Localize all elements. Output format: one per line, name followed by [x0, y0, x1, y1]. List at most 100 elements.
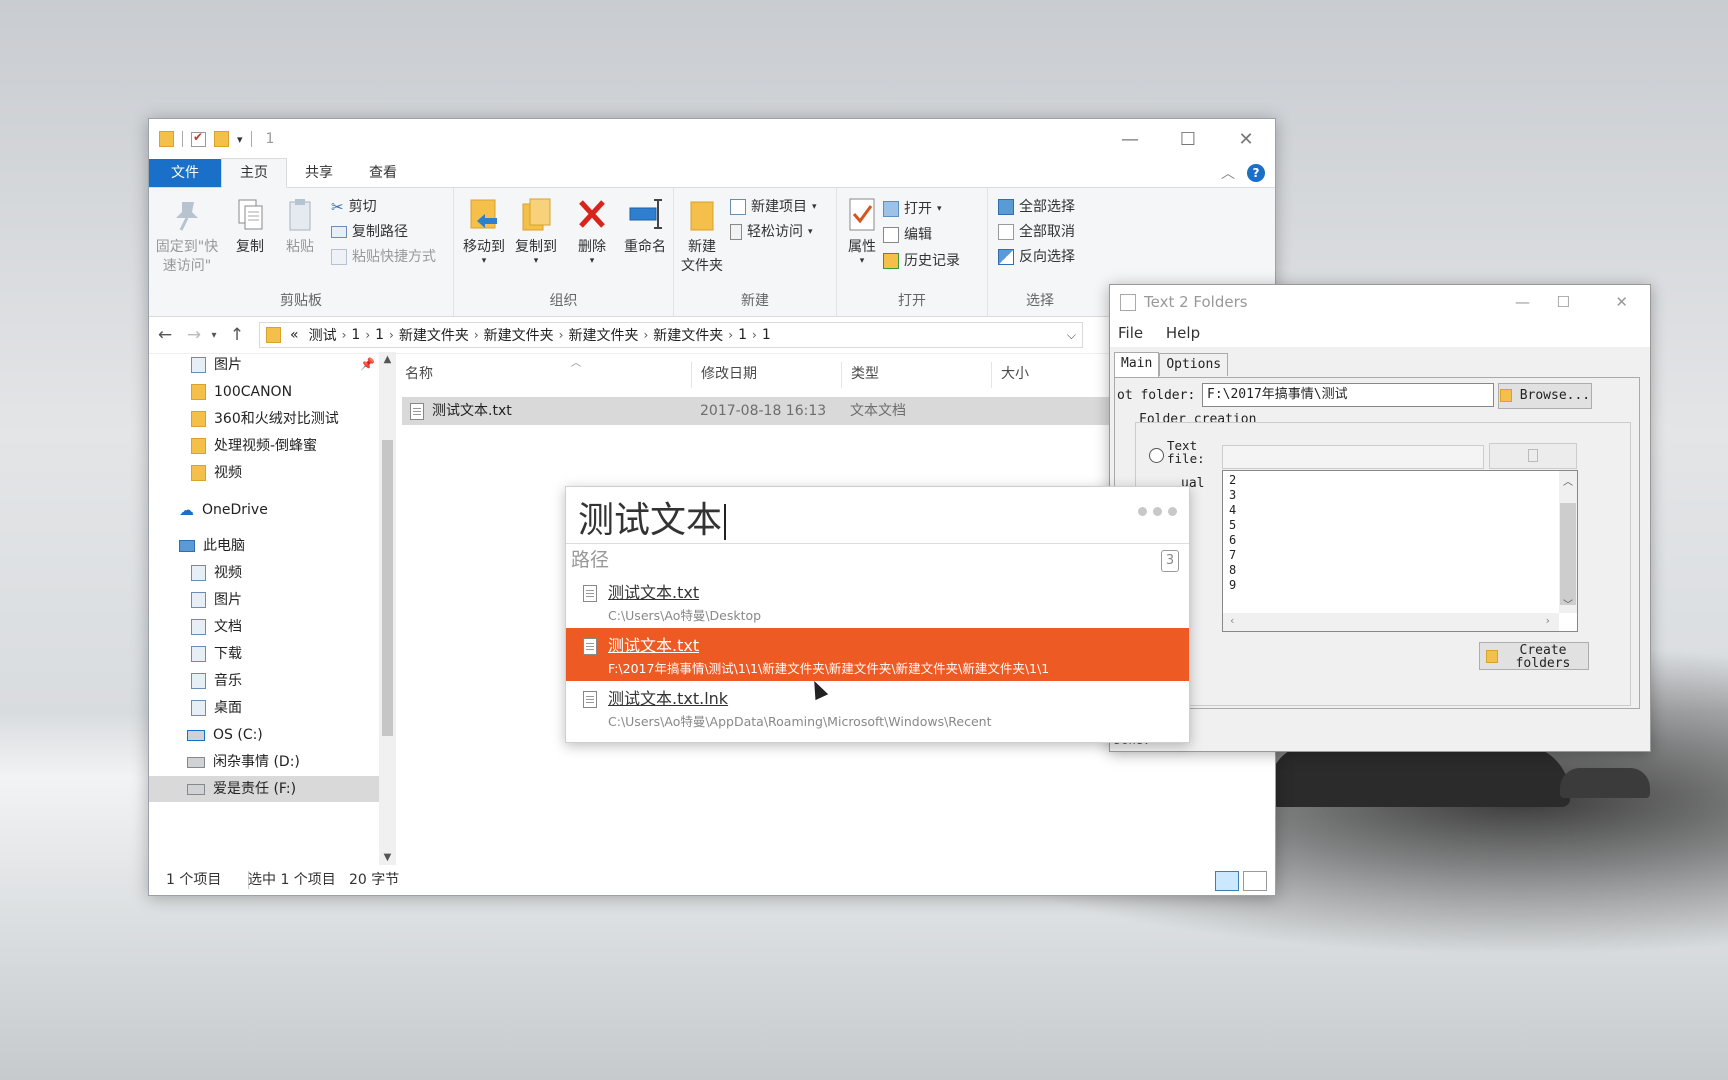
scrollbar-thumb[interactable]: [382, 440, 393, 736]
menu-help[interactable]: Help: [1166, 324, 1200, 342]
nav-item-quick[interactable]: 图片: [191, 352, 242, 378]
cut-button[interactable]: ✂ 剪切: [331, 196, 377, 218]
move-to-button[interactable]: 移动到 ▾: [458, 196, 510, 266]
pin-to-quick-access-button[interactable]: 固定到"快速访问": [155, 196, 219, 276]
nav-item-drive-c[interactable]: OS (C:): [187, 722, 263, 748]
back-button[interactable]: ←: [149, 325, 181, 345]
address-bar[interactable]: « 测试 › 1 › 1 › 新建文件夹 › 新建文件夹 › 新建文件夹 › 新建文件夹 › …: [259, 322, 1083, 348]
search-result[interactable]: 测试文本.txt C:\Users\Ao特曼\Desktop: [566, 575, 1189, 628]
tab-view[interactable]: 查看: [351, 159, 415, 187]
properties-icon[interactable]: [191, 130, 206, 147]
nav-item-documents[interactable]: 文档: [191, 614, 242, 640]
new-folder-icon[interactable]: [214, 131, 229, 147]
search-result-selected[interactable]: 测试文本.txt F:\2017年搞事情\测试\1\1\新建文件夹\新建文件夹\…: [566, 628, 1189, 681]
paste-shortcut-button[interactable]: 粘贴快捷方式: [331, 246, 436, 268]
help-icon[interactable]: ?: [1247, 164, 1265, 182]
nav-scrollbar[interactable]: ▲ ▼: [379, 352, 396, 865]
more-options-icon[interactable]: [1138, 507, 1177, 516]
new-item-button[interactable]: 新建项目 ▾: [730, 196, 817, 218]
create-folders-button[interactable]: Create folders: [1479, 642, 1589, 670]
scroll-up-arrow[interactable]: ▲: [379, 354, 396, 365]
breadcrumb-item[interactable]: 1: [370, 327, 389, 343]
nav-item-this-pc[interactable]: 此电脑: [179, 533, 245, 559]
text-file-field[interactable]: [1222, 445, 1484, 469]
breadcrumb-item[interactable]: 新建文件夹: [479, 325, 559, 345]
nav-item-pictures[interactable]: 图片: [191, 587, 242, 613]
easy-access-button[interactable]: 轻松访问 ▾: [730, 221, 813, 243]
menu-file[interactable]: File: [1118, 324, 1143, 342]
nav-item-music[interactable]: 音乐: [191, 668, 242, 694]
nav-item-desktop[interactable]: 桌面: [191, 695, 242, 721]
scroll-left-arrow[interactable]: ‹: [1229, 614, 1236, 627]
invert-selection-button[interactable]: 反向选择: [998, 246, 1075, 268]
scroll-up-arrow[interactable]: ︿: [1563, 473, 1573, 488]
address-dropdown-icon[interactable]: ⌵: [1067, 328, 1076, 343]
recent-locations-dropdown[interactable]: ▾: [207, 330, 221, 341]
breadcrumb-item[interactable]: 新建文件夹: [563, 325, 643, 345]
close-button[interactable]: ✕: [1217, 119, 1275, 159]
column-header-date[interactable]: 修改日期: [699, 360, 757, 388]
customize-dropdown-icon[interactable]: ▾: [237, 133, 243, 146]
open-button[interactable]: 打开 ▾: [883, 198, 942, 220]
breadcrumb-item[interactable]: 1: [346, 327, 365, 343]
close-button[interactable]: ✕: [1615, 285, 1628, 319]
tab-share[interactable]: 共享: [287, 159, 351, 187]
text-file-radio[interactable]: [1149, 448, 1164, 463]
forward-button[interactable]: →: [181, 325, 207, 345]
search-result[interactable]: 测试文本.txt.lnk C:\Users\Ao特曼\AppData\Roami…: [566, 681, 1189, 734]
nav-item-quick[interactable]: 视频: [191, 460, 242, 486]
properties-button[interactable]: 属性 ▾: [841, 196, 883, 266]
select-none-button[interactable]: 全部取消: [998, 221, 1075, 243]
nav-item-drive-d[interactable]: 闲杂事情 (D:): [187, 749, 300, 775]
tab-home[interactable]: 主页: [221, 158, 287, 188]
breadcrumb-overflow[interactable]: «: [285, 327, 304, 343]
history-button[interactable]: 历史记录: [883, 250, 960, 272]
copy-path-button[interactable]: 复制路径: [331, 221, 408, 243]
root-folder-field[interactable]: F:\2017年搞事情\测试: [1202, 383, 1494, 407]
collapse-ribbon-icon[interactable]: ︿: [1221, 163, 1235, 183]
minimize-button[interactable]: —: [1101, 119, 1159, 159]
nav-item-drive-f[interactable]: 爱是责任 (F:): [149, 776, 379, 802]
maximize-button[interactable]: ☐: [1159, 119, 1217, 159]
tab-file[interactable]: 文件: [149, 159, 221, 187]
details-view-icon[interactable]: [1215, 871, 1239, 891]
nav-item-downloads[interactable]: 下载: [191, 641, 242, 667]
breadcrumb-item[interactable]: 测试: [304, 325, 342, 345]
column-divider[interactable]: [991, 362, 992, 388]
paste-button[interactable]: 粘贴: [277, 196, 323, 257]
manual-folder-list[interactable]: 2 3 4 5 6 7 8 9 ︿ ﹀ ‹ ›: [1222, 470, 1578, 632]
large-icons-view-icon[interactable]: [1243, 871, 1267, 891]
browse-text-file-button[interactable]: Browse...: [1489, 443, 1577, 487]
scroll-down-arrow[interactable]: ▼: [379, 852, 396, 863]
column-header-size[interactable]: 大小: [999, 360, 1029, 388]
select-all-button[interactable]: 全部选择: [998, 196, 1075, 218]
tab-main[interactable]: Main: [1114, 352, 1160, 377]
column-divider[interactable]: [691, 362, 692, 388]
column-header-type[interactable]: 类型: [849, 360, 879, 388]
scroll-down-arrow[interactable]: ﹀: [1563, 596, 1573, 611]
up-button[interactable]: ↑: [221, 325, 253, 345]
column-header-name[interactable]: 名称: [403, 360, 433, 388]
nav-item-videos[interactable]: 视频: [191, 560, 242, 586]
copy-button[interactable]: 复制: [227, 196, 273, 257]
scroll-right-arrow[interactable]: ›: [1544, 614, 1551, 627]
horizontal-scrollbar[interactable]: ‹ ›: [1223, 613, 1559, 631]
column-divider[interactable]: [841, 362, 842, 388]
breadcrumb-item[interactable]: 新建文件夹: [394, 325, 474, 345]
minimize-button[interactable]: —: [1515, 285, 1530, 319]
browse-root-button[interactable]: Browse...: [1498, 383, 1592, 409]
rename-button[interactable]: 重命名: [618, 196, 672, 257]
edit-button[interactable]: 编辑: [883, 224, 932, 246]
breadcrumb-item[interactable]: 新建文件夹: [648, 325, 728, 345]
search-input[interactable]: 测试文本: [578, 491, 727, 543]
nav-item-quick[interactable]: 100CANON: [191, 379, 292, 405]
tab-options[interactable]: Options: [1159, 353, 1229, 376]
scrollbar-thumb[interactable]: [1560, 503, 1576, 605]
vertical-scrollbar[interactable]: ︿ ﹀: [1559, 471, 1577, 613]
delete-button[interactable]: 删除 ▾: [572, 196, 612, 266]
nav-item-quick[interactable]: 360和火绒对比测试: [191, 406, 339, 432]
copy-to-button[interactable]: 复制到 ▾: [510, 196, 562, 266]
new-folder-button[interactable]: 新建 文件夹: [680, 196, 724, 276]
nav-item-onedrive[interactable]: ☁ OneDrive: [179, 497, 268, 523]
breadcrumb-item[interactable]: 1: [733, 327, 752, 343]
